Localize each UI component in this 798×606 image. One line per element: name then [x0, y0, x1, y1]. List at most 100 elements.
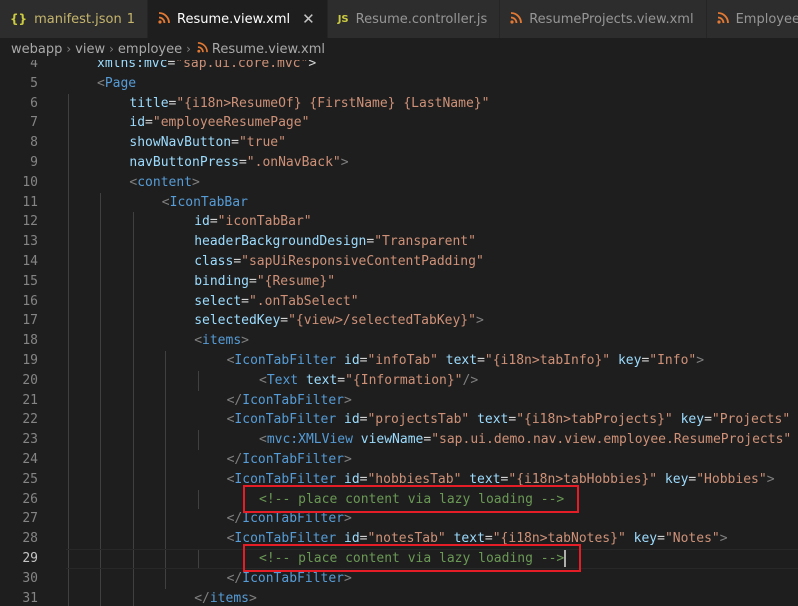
code-text: </IconTabFilter>	[227, 450, 352, 470]
js-file-icon: JS	[337, 13, 349, 25]
line-number: 7	[30, 115, 38, 131]
code-token: >	[308, 60, 317, 71]
code-text: headerBackgroundDesign="Transparent"	[194, 232, 476, 252]
code-line[interactable]: 31 </items>	[0, 588, 798, 606]
code-token: binding	[194, 273, 249, 289]
tab-resumeprojects-view-xml[interactable]: ResumeProjects.view.xml	[500, 0, 707, 38]
code-token: "{Resume}"	[256, 273, 336, 289]
code-token: >	[766, 471, 775, 487]
code-line[interactable]: 16 select=".onTabSelect"	[0, 291, 798, 312]
code-token: =	[231, 135, 239, 151]
code-line[interactable]: 21 </IconTabFilter>	[0, 390, 798, 411]
tab-manifest-json[interactable]: {} manifest.json 1	[0, 0, 149, 38]
code-token: IconTabFilter	[242, 392, 344, 408]
code-token: >	[719, 531, 728, 547]
code-token: IconTabFilter	[234, 412, 337, 428]
breadcrumb-item[interactable]: view	[75, 42, 105, 57]
code-token: class	[194, 253, 234, 269]
code-line[interactable]: 19 <IconTabFilter id="infoTab" text="{i18…	[0, 350, 798, 371]
code-line[interactable]: 9 navButtonPress=".onNavBack">	[0, 152, 798, 173]
line-number: 26	[22, 491, 38, 507]
breadcrumb-item[interactable]: webapp	[11, 42, 62, 57]
xml-file-icon	[197, 42, 208, 56]
code-line[interactable]: 17 selectedKey="{view>/selectedTabKey}">	[0, 311, 798, 332]
code-token: <	[259, 372, 267, 388]
code-token: =	[248, 273, 257, 289]
code-token: =	[145, 115, 153, 131]
code-text: id="employeeResumePage"	[129, 113, 309, 133]
code-token: "{i18n>ResumeOf} {FirstName} {LastName}"	[176, 95, 490, 111]
code-token: IconTabFilter	[234, 352, 337, 368]
line-number: 20	[22, 372, 38, 388]
code-token: >	[344, 451, 352, 467]
line-number: 13	[22, 234, 38, 250]
code-line[interactable]: 12 id="iconTabBar"	[0, 212, 798, 233]
code-text: </IconTabFilter>	[227, 391, 352, 411]
line-number: 29	[22, 550, 38, 566]
code-token: text	[445, 352, 478, 368]
code-text: navButtonPress=".onNavBack">	[129, 153, 348, 173]
code-token: "sapUiResponsiveContentPadding"	[241, 253, 484, 269]
line-number: 17	[22, 313, 38, 329]
line-number: 19	[22, 352, 38, 368]
code-line[interactable]: 10 <content>	[0, 172, 798, 193]
code-token: items	[202, 333, 242, 349]
chevron-right-icon: ›	[186, 42, 191, 56]
code-text: <IconTabFilter id="infoTab" text="{i18n>…	[227, 351, 704, 371]
code-line[interactable]: 5 <Page	[0, 74, 798, 94]
code-token: IconTabFilter	[242, 451, 344, 467]
breadcrumb-item[interactable]: employee	[118, 42, 182, 57]
tab-label: ResumeProjects.view.xml	[529, 11, 694, 27]
json-file-icon: {}	[10, 12, 28, 26]
code-token: key	[633, 531, 658, 547]
code-token: xmlns:mvc	[97, 60, 168, 71]
line-number: 4	[30, 60, 38, 71]
code-token: viewName	[360, 432, 424, 448]
code-text: xmlns:mvc="sap.ui.core.mvc">	[97, 60, 316, 74]
code-token: selectedKey	[194, 313, 281, 329]
code-token: >	[475, 313, 484, 329]
code-text: selectedKey="{view>/selectedTabKey}">	[194, 311, 484, 331]
breadcrumb-item[interactable]: Resume.view.xml	[212, 42, 325, 57]
code-line[interactable]: 18 <items>	[0, 331, 798, 351]
tab-label: Employee	[735, 11, 798, 27]
code-line[interactable]: 6 title="{i18n>ResumeOf} {FirstName} {Las…	[0, 93, 798, 114]
code-text: id="iconTabBar"	[194, 212, 311, 232]
code-token: </	[226, 392, 243, 408]
code-line[interactable]: 8 showNavButton="true"	[0, 133, 798, 153]
code-line[interactable]: 13 headerBackgroundDesign="Transparent"	[0, 232, 798, 252]
tab-resume-controller-js[interactable]: JS Resume.controller.js	[327, 0, 501, 38]
code-editor[interactable]: 4 xmlns:mvc="sap.ui.core.mvc"> 5 <Page 6 titl…	[0, 60, 798, 606]
code-token: <	[161, 194, 170, 210]
tab-resume-view-xml[interactable]: Resume.view.xml ✕	[148, 0, 328, 38]
code-line[interactable]: 20 <Text text="{Information}"/>	[0, 370, 798, 391]
line-number: 18	[22, 333, 38, 349]
code-token: "{i18n>tabProjects}"	[516, 412, 673, 428]
code-token: =	[657, 531, 665, 547]
code-text: class="sapUiResponsiveContentPadding"	[194, 252, 484, 272]
line-number: 15	[22, 273, 38, 289]
code-line[interactable]: 22 <IconTabFilter id="projectsTab" text="…	[0, 410, 798, 431]
code-line[interactable]: 11 <IconTabBar	[0, 192, 798, 213]
code-token: </	[194, 590, 210, 606]
line-number: 21	[22, 392, 38, 408]
code-token: =	[704, 412, 712, 428]
code-line[interactable]: 15 binding="{Resume}"	[0, 271, 798, 292]
close-icon[interactable]: ✕	[302, 10, 315, 28]
line-number: 31	[22, 590, 38, 606]
tab-employee[interactable]: Employee	[706, 0, 798, 38]
code-token: showNavButton	[129, 135, 232, 151]
code-line[interactable]: 7 id="employeeResumePage"	[0, 113, 798, 134]
code-line[interactable]: 4 xmlns:mvc="sap.ui.core.mvc">	[0, 60, 798, 74]
code-line[interactable]: 14 class="sapUiResponsiveContentPadding"	[0, 251, 798, 272]
line-number: 11	[22, 194, 38, 210]
code-token: >	[241, 333, 249, 349]
code-token: navButtonPress	[129, 154, 239, 170]
code-line[interactable]: 23 <mvc:XMLView viewName="sap.ui.demo.nav…	[0, 430, 798, 450]
code-line[interactable]: 24 </IconTabFilter>	[0, 449, 798, 470]
code-token: "sap.ui.core.mvc"	[175, 60, 309, 71]
